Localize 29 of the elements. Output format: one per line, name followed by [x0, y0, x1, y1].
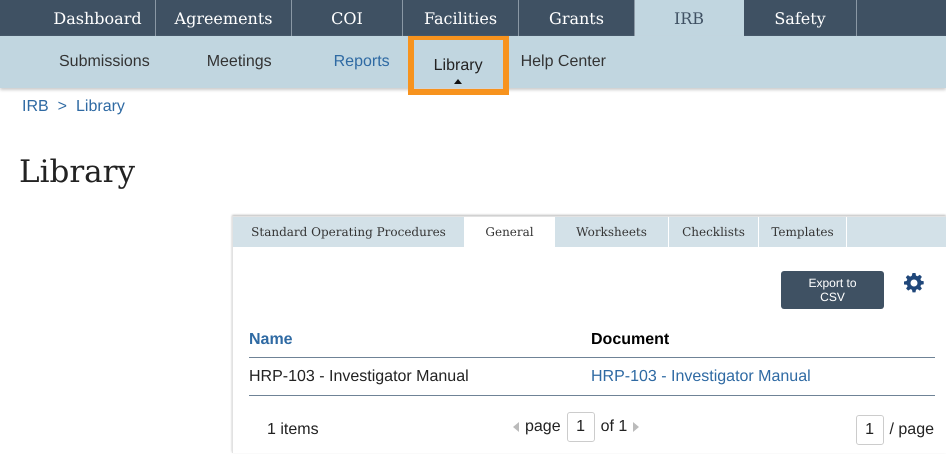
- nav-tab[interactable]: IRB: [635, 0, 744, 36]
- page-label: page: [525, 418, 561, 436]
- library-tab[interactable]: General: [465, 217, 555, 247]
- next-page-icon[interactable]: [633, 422, 640, 432]
- settings-icon[interactable]: [904, 273, 924, 293]
- breadcrumb-link[interactable]: IRB: [22, 98, 49, 116]
- page-size-field[interactable]: 1: [856, 415, 884, 445]
- page-number-field[interactable]: 1: [566, 412, 595, 442]
- previous-page-icon[interactable]: [513, 422, 519, 432]
- per-page-label: / page: [890, 421, 934, 439]
- sub-nav-link[interactable]: Submissions: [40, 36, 169, 88]
- breadcrumb-link[interactable]: Library: [76, 98, 125, 116]
- library-tab[interactable]: Templates: [759, 217, 847, 247]
- sub-nav-link[interactable]: Library: [414, 40, 503, 92]
- sub-nav-link[interactable]: Reports: [310, 36, 414, 88]
- library-tab[interactable]: Checklists: [669, 217, 759, 247]
- column-header[interactable]: Name: [249, 331, 591, 358]
- sub-nav-link[interactable]: Meetings: [168, 36, 310, 88]
- document-link[interactable]: HRP-103 - Investigator Manual: [591, 358, 935, 396]
- breadcrumb-separator: >: [58, 98, 68, 116]
- sub-nav-link[interactable]: Help Center: [502, 36, 624, 88]
- library-tab[interactable]: Worksheets: [555, 217, 669, 247]
- page-total: of 1: [600, 418, 628, 436]
- table-cell: HRP-103 - Investigator Manual: [249, 358, 591, 396]
- caret-icon: [454, 78, 462, 84]
- item-count: 1 items: [267, 420, 320, 439]
- export-button[interactable]: Export to CSV: [781, 271, 884, 309]
- column-header: Document: [591, 331, 935, 358]
- page-title: Library: [19, 154, 136, 190]
